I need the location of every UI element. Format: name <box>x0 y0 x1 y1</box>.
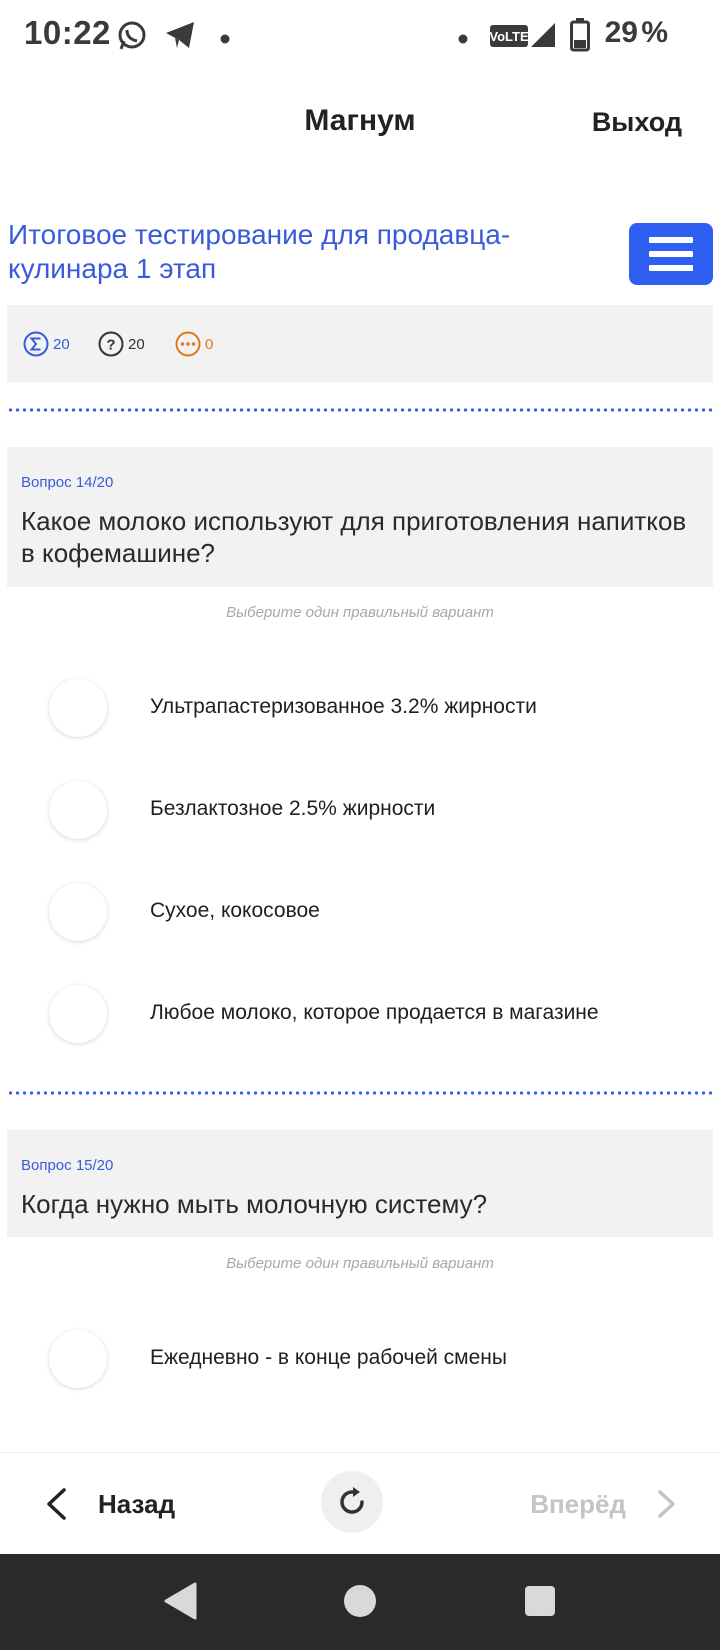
option-label: Любое молоко, которое продается в магази… <box>150 1001 599 1024</box>
back-button[interactable]: Назад <box>44 1479 175 1529</box>
stats-panel: 20 ? 20 0 <box>7 305 713 382</box>
dot-icon <box>220 31 230 49</box>
option-label: Безлактозное 2.5% жирности <box>150 797 436 820</box>
answer-option[interactable]: Ультрапастеризованное 3.2% жирности <box>0 669 720 749</box>
system-recents-icon[interactable] <box>524 1585 556 1622</box>
battery-percent: 29 <box>604 16 638 49</box>
forward-button[interactable]: Вперёд <box>530 1479 676 1529</box>
question-circle-icon: ? <box>98 331 124 357</box>
section-divider <box>7 1091 713 1095</box>
forward-label: Вперёд <box>530 1488 626 1519</box>
system-home-icon[interactable] <box>343 1584 377 1623</box>
answer-option[interactable]: Сухое, кокосовое <box>0 873 720 953</box>
question-block: Вопрос 14/20 Какое молоко используют для… <box>7 447 713 587</box>
answer-hint: Выберите один правильный вариант <box>226 1255 494 1272</box>
menu-button[interactable] <box>629 223 713 285</box>
sigma-icon <box>23 331 49 357</box>
test-title: Итоговое тестирование для продавца-кулин… <box>8 219 511 284</box>
volte-text: VoLTE <box>489 29 529 44</box>
radio-button[interactable] <box>49 883 107 941</box>
whatsapp-icon <box>116 20 148 57</box>
answer-option[interactable]: Безлактозное 2.5% жирности <box>0 771 720 851</box>
section-divider <box>7 408 713 412</box>
status-bar: 10:22 VoLTE 29 % <box>0 0 720 74</box>
bottom-nav: Назад Вперёд <box>0 1452 720 1554</box>
answer-hint: Выберите один правильный вариант <box>226 604 494 621</box>
radio-button[interactable] <box>49 781 107 839</box>
chevron-right-icon <box>658 1490 675 1518</box>
answer-option[interactable]: Любое молоко, которое продается в магази… <box>0 975 720 1055</box>
logout-button[interactable]: Выход <box>592 107 682 138</box>
radio-button[interactable] <box>49 679 107 737</box>
stat-questions: ? 20 <box>98 331 145 357</box>
refresh-icon <box>340 1487 364 1514</box>
radio-button[interactable] <box>49 985 107 1043</box>
question-number: Вопрос 15/20 <box>21 1157 114 1174</box>
radio-button[interactable] <box>49 1330 107 1388</box>
stat-pending: 0 <box>175 331 213 357</box>
status-time: 10:22 <box>24 14 111 51</box>
answer-option[interactable]: Ежедневно - в конце рабочей смены <box>0 1320 720 1400</box>
dot-icon <box>458 31 468 49</box>
volte-icon: VoLTE <box>489 24 529 53</box>
svg-text:?: ? <box>106 337 115 354</box>
question-text: Какое молоко используют для приготовлени… <box>21 506 687 568</box>
option-label: Сухое, кокосовое <box>150 899 320 922</box>
option-label: Ежедневно - в конце рабочей смены <box>150 1346 507 1369</box>
stat-total: 20 <box>23 331 70 357</box>
stat-total-value: 20 <box>53 335 70 353</box>
refresh-button[interactable] <box>321 1471 383 1533</box>
battery-unit: % <box>641 16 668 49</box>
more-dots-icon <box>175 331 201 357</box>
question-block: Вопрос 15/20 Когда нужно мыть молочную с… <box>7 1130 713 1237</box>
chevron-left-icon <box>47 1488 66 1520</box>
back-label: Назад <box>98 1488 176 1519</box>
battery-icon <box>570 18 590 57</box>
stat-questions-value: 20 <box>128 335 145 353</box>
system-nav-bar <box>0 1554 720 1650</box>
stat-pending-value: 0 <box>205 335 214 353</box>
option-label: Ультрапастеризованное 3.2% жирности <box>150 695 537 718</box>
question-text: Когда нужно мыть молочную систему? <box>21 1189 488 1219</box>
telegram-icon <box>164 20 196 55</box>
signal-icon <box>530 22 556 53</box>
question-number: Вопрос 14/20 <box>21 474 114 491</box>
system-back-icon[interactable] <box>163 1582 197 1625</box>
